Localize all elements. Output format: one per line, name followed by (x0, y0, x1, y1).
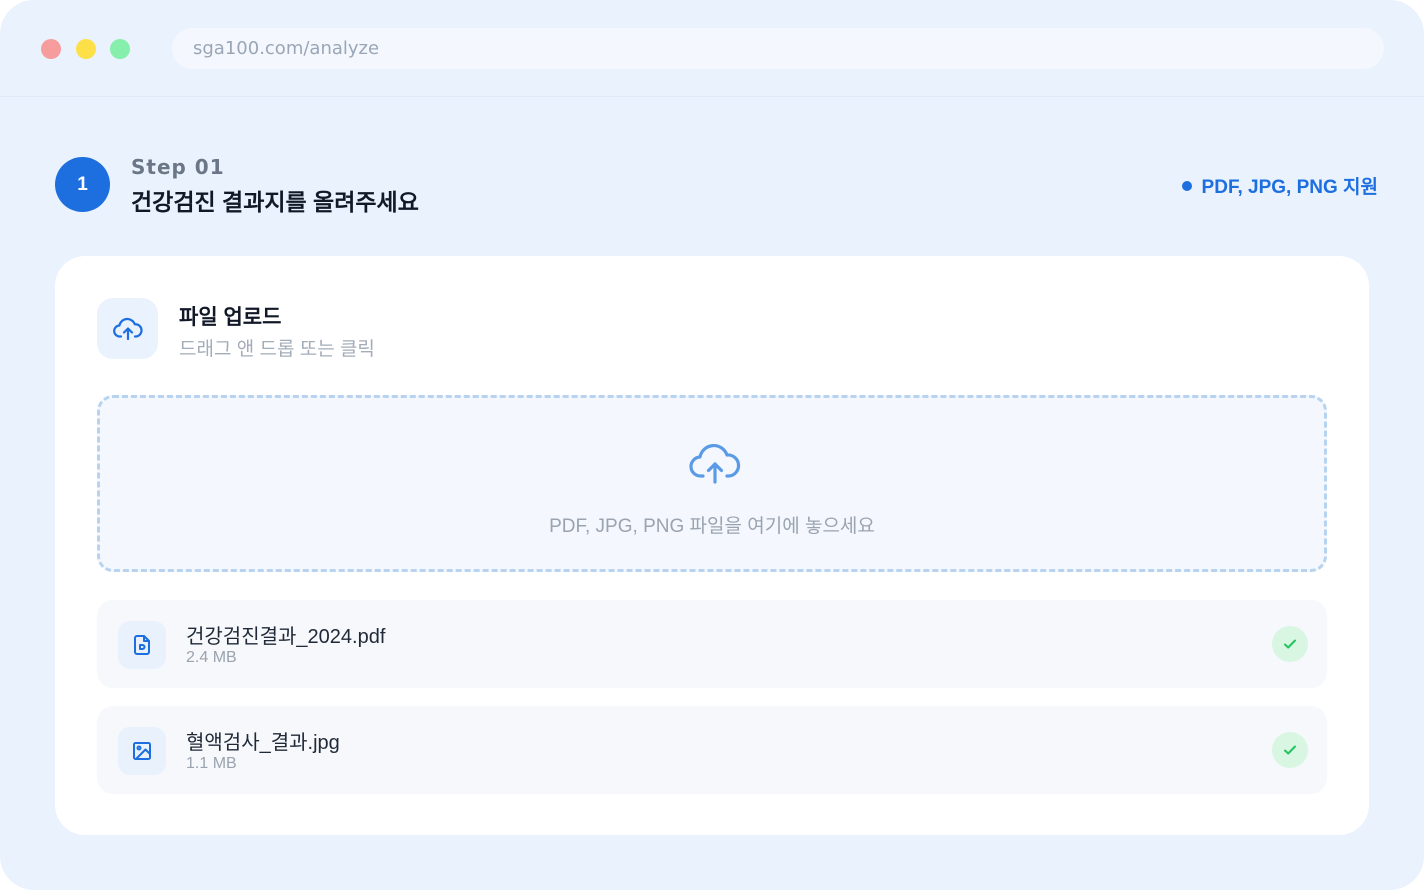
file-size: 1.1 MB (186, 755, 237, 772)
upload-complete-check-icon (1272, 626, 1308, 662)
file-list-item[interactable]: 건강검진결과_2024.pdf 2.4 MB (97, 600, 1327, 688)
file-list-item[interactable]: 혈액검사_결과.jpg 1.1 MB (97, 706, 1327, 794)
file-name: 건강검진결과_2024.pdf (186, 626, 386, 648)
upload-card-subtitle: 드래그 앤 드롭 또는 클릭 (179, 339, 375, 360)
step-label: Step 01 (131, 155, 225, 179)
browser-window: sga100.com/analyze 1 Step 01 건강검진 결과지를 올… (0, 0, 1424, 890)
step-number-badge: 1 (55, 157, 110, 212)
address-bar[interactable]: sga100.com/analyze (172, 28, 1384, 69)
upload-cloud-icon (689, 444, 741, 484)
pdf-file-icon (118, 621, 166, 669)
upload-cloud-icon (97, 298, 158, 359)
file-name: 혈액검사_결과.jpg (186, 732, 340, 754)
page-title: 건강검진 결과지를 올려주세요 (131, 189, 419, 215)
image-file-icon (118, 727, 166, 775)
upload-card: 파일 업로드 드래그 앤 드롭 또는 클릭 PDF, JPG, PNG 파일을 … (55, 256, 1369, 835)
minimize-window-button[interactable] (76, 39, 96, 59)
dropzone-instructions: PDF, JPG, PNG 파일을 여기에 놓으세요 (549, 516, 875, 537)
supported-formats-label: PDF, JPG, PNG 지원 (1201, 177, 1378, 198)
upload-card-title: 파일 업로드 (179, 306, 282, 329)
file-size: 2.4 MB (186, 649, 237, 666)
maximize-window-button[interactable] (110, 39, 130, 59)
file-dropzone[interactable]: PDF, JPG, PNG 파일을 여기에 놓으세요 (97, 395, 1327, 572)
browser-titlebar: sga100.com/analyze (0, 0, 1424, 97)
supported-formats-badge: PDF, JPG, PNG 지원 (1181, 172, 1378, 199)
close-window-button[interactable] (41, 39, 61, 59)
bullet-dot-icon (1181, 180, 1192, 191)
upload-complete-check-icon (1272, 732, 1308, 768)
